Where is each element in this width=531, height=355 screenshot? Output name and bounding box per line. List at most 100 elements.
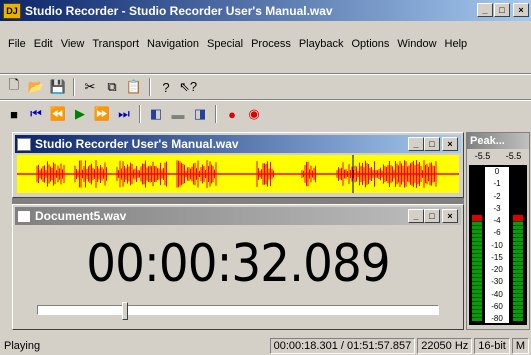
app-icon[interactable]: DJ [3,2,21,19]
menu-process[interactable]: Process [247,36,295,53]
paste-icon[interactable]: 📋 [124,77,144,97]
meter-scale-label: -20 [491,265,503,274]
fast-forward-icon[interactable]: ⏩ [92,104,112,124]
menu-navigation[interactable]: Navigation [143,36,203,53]
context-help-icon[interactable]: ⇖? [178,77,198,97]
meter-scale-label: 0 [494,167,500,176]
meter-scale-label: -4 [493,216,501,225]
menu-edit[interactable]: Edit [30,36,57,53]
menu-bar: File Edit View Transport Navigation Special Pr… [0,36,531,72]
menu-special[interactable]: Special [203,36,247,53]
new-file-icon[interactable]: 🗋 [4,77,24,97]
app-icon-text: DJ [6,5,18,16]
maximize-button[interactable]: □ [494,3,510,17]
meter-scale-label: -40 [491,289,503,299]
meter-scale-label: -6 [493,228,501,238]
meter-scale-label: -80 [491,314,503,323]
transport-toolbar: ■ ⏮ ⏪ ▶ ⏩ ⏭ ◧ ▬ ◨ ● ◉ [4,103,264,125]
open-folder-icon[interactable]: 📂 [26,77,46,97]
meter-level-green [513,220,523,321]
wave-minimize-button[interactable]: _ [408,137,424,151]
right-channel-meter [513,169,523,321]
meter-scale-label: -2 [493,191,501,201]
status-sample-rate: 22050 Hz [417,337,473,354]
status-mode: M [511,337,529,354]
menu-file[interactable]: File [4,36,30,53]
wave-window-title: Studio Recorder User's Manual.wav [35,137,239,151]
doc-maximize-button[interactable]: □ [424,209,440,223]
mark-out-icon[interactable]: ◨ [190,104,210,124]
meter-scale-label: -15 [491,252,503,262]
menu-window[interactable]: Window [393,36,440,53]
menu-transport[interactable]: Transport [88,36,143,53]
record-pause-icon[interactable]: ◉ [244,104,264,124]
position-slider[interactable] [37,302,439,320]
peak-right-value: -5.5 [505,151,522,161]
toolbar-separator [139,105,141,123]
copy-icon[interactable]: ⧉ [102,77,122,97]
peak-left-value: -5.5 [474,151,491,161]
menu-view[interactable]: View [57,36,89,53]
peak-meter-title: Peak... [467,133,529,149]
mdi-workspace: Studio Recorder User's Manual.wav _ □ × … [12,132,464,330]
document-window-titlebar[interactable]: Document5.wav _ □ × [15,207,461,225]
toolbar-divider [0,73,531,75]
document-window-title: Document5.wav [35,209,127,223]
status-bar: Playing 00:00:18.301 / 01:51:57.857 2205… [0,336,531,355]
wave-window[interactable]: Studio Recorder User's Manual.wav _ □ × [12,132,464,198]
document-window[interactable]: Document5.wav _ □ × 00:00:32.089 [12,204,464,330]
peak-meter-panel: Peak... -5.5 -5.5 0 -1 -2 -3 -4 -6 -10 -15 -20 -3… [466,132,530,330]
meter-scale-label: -1 [493,179,501,189]
peak-values: -5.5 -5.5 [467,149,529,163]
waveform-display[interactable] [17,155,459,193]
wave-caption-buttons: _ □ × [408,137,458,151]
doc-caption-buttons: _ □ × [408,209,458,223]
rewind-icon[interactable]: ⏪ [48,104,68,124]
document-icon-2 [17,209,31,223]
help-icon[interactable]: ? [156,77,176,97]
play-icon[interactable]: ▶ [70,104,90,124]
meter-peak-red [472,214,482,221]
toolbar-separator [73,78,75,96]
cut-icon[interactable]: ✂ [80,77,100,97]
menu-row: File Edit View Transport Navigation Special Pr… [0,36,531,53]
menu-help[interactable]: Help [441,36,472,53]
window-title: Studio Recorder - Studio Recorder User's… [25,3,333,18]
toolbar-separator [149,78,151,96]
meter-scale-label: -10 [491,240,503,250]
close-button[interactable]: × [513,3,529,17]
document-icon [17,137,31,151]
left-channel-meter [472,169,482,321]
doc-close-button[interactable]: × [442,209,458,223]
go-to-end-icon[interactable]: ⏭ [114,104,134,124]
record-icon[interactable]: ● [222,104,242,124]
meter-peak-red [513,214,523,221]
go-to-start-icon[interactable]: ⏮ [26,104,46,124]
caption-buttons: _ □ × [477,3,529,17]
meter-scale-label: -30 [491,277,503,287]
loop-icon[interactable]: ▬ [168,104,188,124]
time-display: 00:00:32.089 [86,234,390,294]
doc-minimize-button[interactable]: _ [408,209,424,223]
wave-window-titlebar[interactable]: Studio Recorder User's Manual.wav _ □ × [15,135,461,153]
status-position: 00:00:18.301 / 01:51:57.857 [269,337,416,354]
save-icon[interactable]: 💾 [48,77,68,97]
app-window: DJ Studio Recorder - Studio Recorder Use… [0,0,531,355]
wave-close-button[interactable]: × [442,137,458,151]
meter-scale: 0 -1 -2 -3 -4 -6 -10 -15 -20 -30 -40 -60 -80 [485,167,509,323]
title-bar[interactable]: DJ Studio Recorder - Studio Recorder Use… [0,0,531,21]
wave-maximize-button[interactable]: □ [424,137,440,151]
meter-scale-label: -60 [491,301,503,311]
status-bit-depth: 16-bit [474,337,510,354]
toolbar-separator [215,105,217,123]
meter-scale-label: -3 [493,203,501,213]
stop-icon[interactable]: ■ [4,104,24,124]
menu-playback[interactable]: Playback [295,36,348,53]
status-state: Playing [4,339,41,352]
slider-thumb[interactable] [122,302,128,320]
mark-in-icon[interactable]: ◧ [146,104,166,124]
menu-options[interactable]: Options [347,36,393,53]
meter-level-green [472,220,482,321]
minimize-button[interactable]: _ [477,3,493,17]
standard-toolbar: 🗋 📂 💾 ✂ ⧉ 📋? ⇖? [4,76,198,98]
